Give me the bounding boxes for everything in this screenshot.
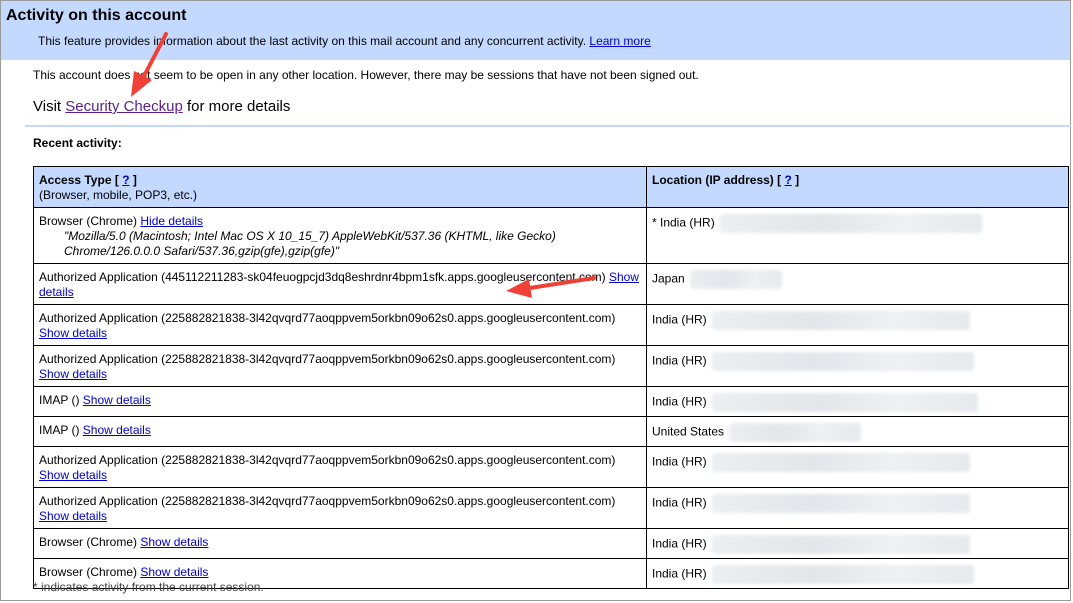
redacted-ip (712, 535, 971, 554)
show-details-link[interactable]: Show details (140, 535, 208, 549)
access-type-text: Authorized Application (225882821838-3l4… (39, 311, 616, 325)
location-cell: Japan (646, 263, 1069, 305)
location-cell: India (HR) (646, 345, 1069, 387)
security-checkup-line: Visit Security Checkup for more details (33, 98, 290, 115)
location-text: * India (HR) (652, 215, 715, 230)
location-header: Location (IP address) [ ? ] (646, 166, 1069, 208)
redacted-ip (712, 565, 975, 584)
access-cell: Authorized Application (225882821838-3l4… (33, 304, 647, 346)
access-type-text: IMAP () (39, 393, 80, 407)
hide-details-link[interactable]: Hide details (140, 214, 203, 228)
access-type-help-link[interactable]: ? (122, 173, 129, 187)
show-details-link[interactable]: Show details (39, 367, 107, 381)
location-title: Location (IP address) (652, 173, 774, 187)
location-help-link[interactable]: ? (785, 173, 792, 187)
redacted-ip (720, 214, 983, 233)
page-title: Activity on this account (6, 7, 187, 24)
redacted-ip (712, 393, 979, 412)
visit-prefix: Visit (33, 98, 62, 115)
location-cell: * India (HR) (646, 207, 1069, 264)
show-details-link[interactable]: Show details (39, 468, 107, 482)
access-cell: Browser (Chrome) Hide details "Mozilla/5… (33, 207, 647, 264)
show-details-link[interactable]: Show details (140, 565, 208, 579)
header-description: This feature provides information about … (38, 34, 651, 48)
location-text: India (HR) (652, 394, 707, 409)
location-text: India (HR) (652, 566, 707, 581)
concurrent-status-text: This account does not seem to be open in… (33, 68, 699, 82)
access-type-text: Browser (Chrome) (39, 535, 138, 549)
access-cell: Authorized Application (445112211283-sk0… (33, 263, 647, 305)
access-type-text: Browser (Chrome) (39, 565, 138, 579)
location-cell: India (HR) (646, 446, 1069, 488)
location-text: India (HR) (652, 454, 707, 469)
table-row: IMAP () Show details India (HR) (33, 386, 1069, 417)
access-type-header: Access Type [ ? ] (Browser, mobile, POP3… (33, 166, 647, 208)
activity-header: Activity on this account This feature pr… (1, 1, 1070, 60)
redacted-ip (712, 311, 971, 330)
table-row: Browser (Chrome) Hide details "Mozilla/5… (33, 207, 1069, 264)
learn-more-link[interactable]: Learn more (589, 34, 650, 48)
access-cell: IMAP () Show details (33, 416, 647, 447)
location-cell: United States (646, 416, 1069, 447)
current-session-footnote: * indicates activity from the current se… (33, 580, 264, 594)
table-row: Authorized Application (225882821838-3l4… (33, 487, 1069, 529)
table-row: Authorized Application (225882821838-3l4… (33, 304, 1069, 346)
access-type-text: Authorized Application (225882821838-3l4… (39, 352, 616, 366)
redacted-ip (729, 423, 862, 442)
user-agent-detail: "Mozilla/5.0 (Macintosh; Intel Mac OS X … (64, 229, 556, 258)
location-cell: India (HR) (646, 304, 1069, 346)
location-text: India (HR) (652, 353, 707, 368)
access-type-text: Browser (Chrome) (39, 214, 138, 228)
location-text: India (HR) (652, 495, 707, 510)
table-row: Browser (Chrome) Show details India (HR) (33, 528, 1069, 559)
location-cell: India (HR) (646, 558, 1069, 589)
table-row: Authorized Application (445112211283-sk0… (33, 263, 1069, 305)
redacted-ip (712, 453, 971, 472)
location-text: India (HR) (652, 312, 707, 327)
header-description-text: This feature provides information about … (38, 34, 587, 48)
location-cell: India (HR) (646, 386, 1069, 417)
location-text: United States (652, 424, 725, 439)
redacted-ip (712, 494, 971, 513)
redacted-ip (712, 352, 975, 371)
recent-activity-label: Recent activity: (33, 136, 122, 150)
access-type-text: Authorized Application (445112211283-sk0… (39, 270, 606, 284)
security-checkup-link[interactable]: Security Checkup (65, 98, 183, 115)
show-details-link[interactable]: Show details (39, 509, 107, 523)
visit-suffix: for more details (186, 98, 291, 115)
access-type-text: Authorized Application (225882821838-3l4… (39, 494, 616, 508)
access-cell: Authorized Application (225882821838-3l4… (33, 487, 647, 529)
access-type-text: IMAP () (39, 423, 80, 437)
show-details-link[interactable]: Show details (83, 423, 151, 437)
table-row: IMAP () Show details United States (33, 416, 1069, 447)
show-details-link[interactable]: Show details (39, 326, 107, 340)
redacted-ip (690, 270, 783, 289)
show-details-link[interactable]: Show details (83, 393, 151, 407)
access-cell: Authorized Application (225882821838-3l4… (33, 446, 647, 488)
table-row: Authorized Application (225882821838-3l4… (33, 345, 1069, 387)
access-type-title: Access Type (39, 173, 112, 187)
location-cell: India (HR) (646, 487, 1069, 529)
access-cell: IMAP () Show details (33, 386, 647, 417)
location-text: Japan (652, 271, 685, 286)
table-header-row: Access Type [ ? ] (Browser, mobile, POP3… (33, 166, 1069, 208)
section-divider (25, 125, 1071, 127)
access-type-text: Authorized Application (225882821838-3l4… (39, 453, 616, 467)
table-row: Authorized Application (225882821838-3l4… (33, 446, 1069, 488)
location-cell: India (HR) (646, 528, 1069, 559)
location-text: India (HR) (652, 536, 707, 551)
activity-table: Access Type [ ? ] (Browser, mobile, POP3… (33, 166, 1069, 589)
access-cell: Authorized Application (225882821838-3l4… (33, 345, 647, 387)
access-type-subtitle: (Browser, mobile, POP3, etc.) (39, 188, 198, 202)
access-cell: Browser (Chrome) Show details (33, 528, 647, 559)
